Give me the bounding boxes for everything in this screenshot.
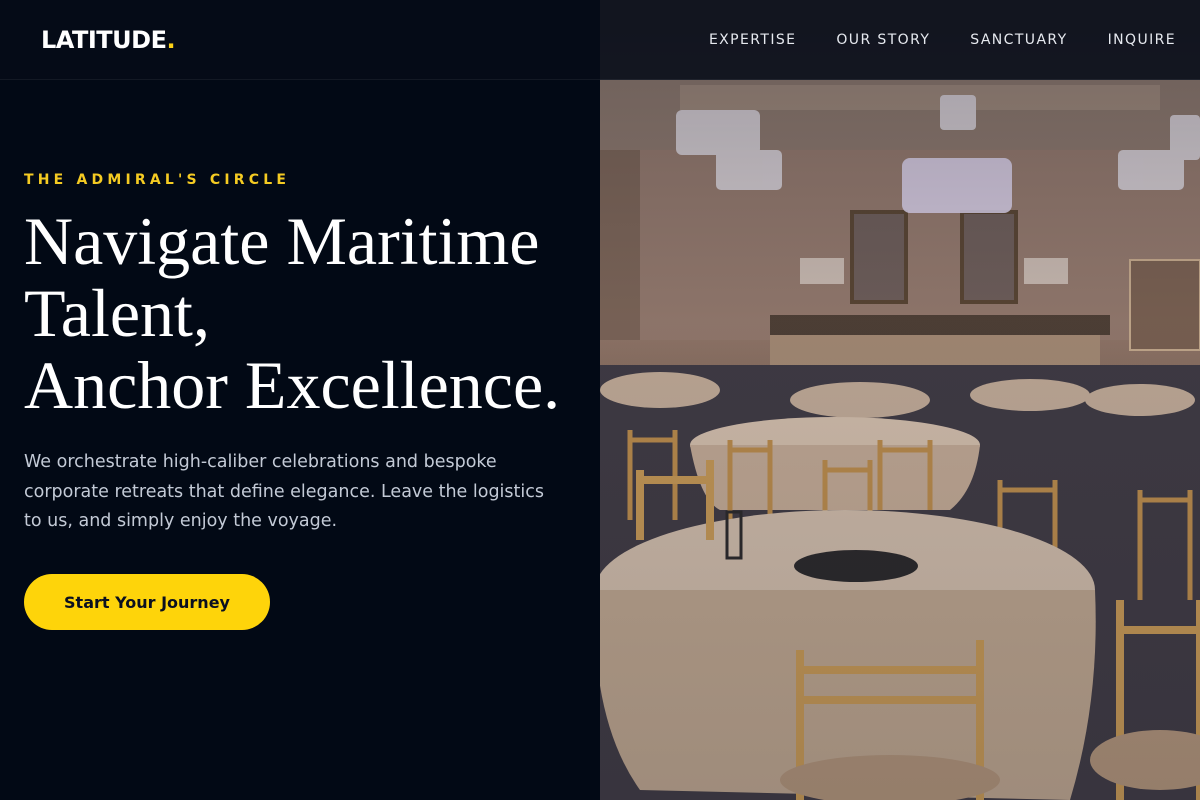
image-overlay	[600, 0, 1200, 800]
start-journey-button[interactable]: Start Your Journey	[24, 574, 270, 630]
hero-description: We orchestrate high-caliber celebrations…	[24, 452, 545, 531]
headline-line-2: Talent,	[24, 275, 210, 351]
nav-our-story[interactable]: OUR STORY	[836, 30, 930, 50]
logo-dot: .	[166, 26, 176, 54]
logo[interactable]: LATITUDE.	[41, 25, 176, 55]
headline-line-3: Anchor Excellence.	[24, 347, 561, 423]
nav-expertise[interactable]: EXPERTISE	[709, 30, 796, 50]
ballroom-photo	[600, 0, 1200, 800]
hero-headline: Navigate Maritime Talent, Anchor Excelle…	[24, 205, 624, 421]
logo-text: LATITUDE	[41, 26, 167, 54]
nav-sanctuary[interactable]: SANCTUARY	[970, 30, 1067, 50]
nav-inquire[interactable]: INQUIRE	[1108, 30, 1176, 50]
main-nav: EXPERTISE OUR STORY SANCTUARY INQUIRE	[709, 30, 1176, 50]
hero-eyebrow: THE ADMIRAL'S CIRCLE	[24, 172, 291, 188]
headline-line-1: Navigate Maritime	[24, 203, 540, 279]
site-header: LATITUDE. EXPERTISE OUR STORY SANCTUARY …	[0, 0, 1200, 80]
